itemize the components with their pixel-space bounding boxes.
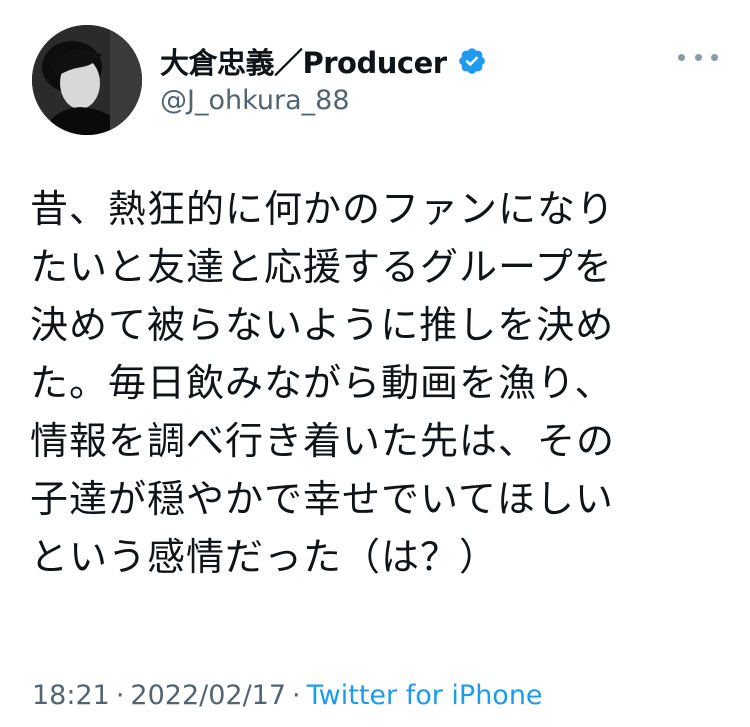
dot <box>694 53 702 61</box>
separator: · <box>115 680 125 711</box>
name-row: 大倉忠義／Producer <box>160 40 487 82</box>
tweet-source-link[interactable]: Twitter for iPhone <box>307 680 543 711</box>
display-name[interactable]: 大倉忠義／Producer <box>160 40 447 82</box>
avatar[interactable] <box>32 25 142 135</box>
more-options-icon[interactable] <box>678 47 718 67</box>
tweet-time[interactable]: 18:21 <box>32 680 110 711</box>
tweet-text: 昔、熱狂的に何かのファンになり たいと友達と応援するグループを 決めて被らないよ… <box>30 187 616 579</box>
profile-photo-icon <box>32 25 142 135</box>
separator: · <box>292 680 301 711</box>
dot <box>711 53 718 61</box>
tweet-date[interactable]: 2022/02/17 <box>130 680 286 711</box>
tweet-metadata: 18:21 · 2022/02/17 · Twitter for iPhone <box>32 680 543 711</box>
user-handle[interactable]: @J_ohkura_88 <box>160 85 350 116</box>
verified-badge-icon <box>457 46 487 76</box>
dot <box>678 53 685 61</box>
